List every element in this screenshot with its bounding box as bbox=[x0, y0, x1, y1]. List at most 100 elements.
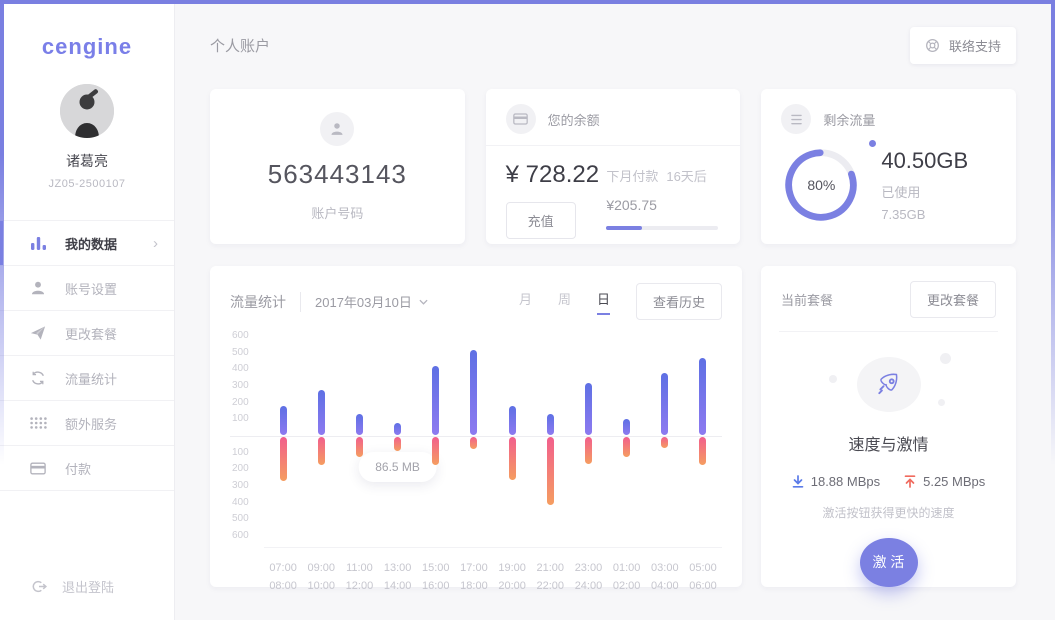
chart-bar-down[interactable] bbox=[470, 437, 477, 449]
chart-header: 流量统计 2017年03月10日 月 周 日 查看历史 bbox=[230, 283, 722, 320]
decor-dot bbox=[829, 375, 837, 383]
chart-bar-down[interactable] bbox=[318, 437, 325, 465]
sidebar-item-account-settings[interactable]: 账号设置 bbox=[0, 266, 174, 311]
logout-icon bbox=[30, 578, 47, 595]
y-tick-label: 500 bbox=[232, 513, 249, 524]
chevron-right-icon: › bbox=[153, 235, 158, 252]
x-tick-label: 19:0020:00 bbox=[493, 560, 531, 595]
balance-card-body: ¥ 728.22 充值 下月付款16天后 ¥205.75 bbox=[486, 146, 741, 239]
chart-bar-up[interactable] bbox=[623, 419, 630, 435]
chart-bar-up[interactable] bbox=[547, 414, 554, 435]
change-plan-button[interactable]: 更改套餐 bbox=[910, 281, 996, 318]
chart-bar-up[interactable] bbox=[394, 423, 401, 435]
life-buoy-icon bbox=[925, 38, 940, 53]
chart-bar-up[interactable] bbox=[356, 414, 363, 435]
rocket-icon bbox=[876, 371, 902, 397]
x-tick-label: 07:0008:00 bbox=[264, 560, 302, 595]
plan-icon-wrap bbox=[857, 357, 921, 412]
sidebar-item-traffic-stats[interactable]: 流量统计 bbox=[0, 356, 174, 401]
grid-dots-icon bbox=[30, 417, 50, 429]
page-title: 个人账户 bbox=[210, 35, 270, 56]
remaining-data-value: 40.50GB bbox=[881, 148, 968, 174]
chart-bar-up[interactable] bbox=[470, 350, 477, 435]
chart-bar-up[interactable] bbox=[509, 406, 516, 435]
activate-button[interactable]: 激 活 bbox=[860, 538, 918, 587]
view-history-button[interactable]: 查看历史 bbox=[636, 283, 722, 320]
logout-button[interactable]: 退出登陆 bbox=[30, 577, 114, 596]
chart-bar-down[interactable] bbox=[509, 437, 516, 480]
chart-date-dropdown[interactable]: 2017年03月10日 bbox=[315, 292, 428, 311]
chart-bar-up[interactable] bbox=[432, 366, 439, 435]
y-tick-label: 400 bbox=[232, 497, 249, 508]
y-tick-label: 600 bbox=[232, 530, 249, 541]
x-tick-label: 21:0022:00 bbox=[531, 560, 569, 595]
upload-icon bbox=[904, 475, 916, 488]
plan-header: 当前套餐 更改套餐 bbox=[781, 281, 996, 318]
recharge-button[interactable]: 充值 bbox=[506, 202, 576, 239]
chart-bar-up[interactable] bbox=[585, 383, 592, 435]
chart-bar-down[interactable] bbox=[394, 437, 401, 451]
download-icon bbox=[792, 475, 804, 488]
chart-bar-down[interactable] bbox=[547, 437, 554, 505]
y-tick-label: 100 bbox=[232, 447, 249, 458]
chart-bar-down[interactable] bbox=[356, 437, 363, 457]
y-tick-label: 200 bbox=[232, 463, 249, 474]
window-frame-left bbox=[0, 0, 4, 620]
avatar[interactable] bbox=[60, 84, 114, 138]
summary-cards: 563443143 账户号码 您的余额 ¥ 728.22 充值 下月付款16天后 bbox=[210, 89, 1016, 244]
chart-bar-down[interactable] bbox=[623, 437, 630, 457]
sidebar-item-label: 付款 bbox=[65, 459, 91, 478]
account-number: 563443143 bbox=[268, 159, 407, 190]
chart-bar-down[interactable] bbox=[661, 437, 668, 448]
next-payment: 下月付款16天后 bbox=[606, 166, 718, 185]
chart-bar-down[interactable] bbox=[280, 437, 287, 481]
x-tick-label: 11:0012:00 bbox=[340, 560, 378, 595]
bar-chart-icon bbox=[30, 236, 50, 251]
balance-card-title: 您的余额 bbox=[548, 110, 600, 129]
balance-amount: ¥ 728.22 bbox=[506, 161, 599, 189]
tab-month[interactable]: 月 bbox=[519, 289, 532, 315]
main-header: 个人账户 联络支持 bbox=[210, 27, 1016, 64]
chart-bar-down[interactable] bbox=[699, 437, 706, 465]
sidebar-item-change-plan[interactable]: 更改套餐 bbox=[0, 311, 174, 356]
sidebar-menu: 我的数据 › 账号设置 更改套餐 流量统计 额外服务 bbox=[0, 220, 174, 491]
sidebar-item-extra-services[interactable]: 额外服务 bbox=[0, 401, 174, 446]
list-icon bbox=[781, 104, 811, 134]
used-value: 7.35GB bbox=[881, 207, 968, 222]
x-tick-label: 15:0016:00 bbox=[417, 560, 455, 595]
activate-hint: 激活按钮获得更快的速度 bbox=[781, 504, 996, 521]
tab-week[interactable]: 周 bbox=[558, 289, 571, 315]
chart-bar-up[interactable] bbox=[318, 390, 325, 435]
balance-card: 您的余额 ¥ 728.22 充值 下月付款16天后 ¥205.75 bbox=[486, 89, 741, 244]
used-label: 已使用 bbox=[881, 182, 968, 201]
sidebar-item-payment[interactable]: 付款 bbox=[0, 446, 174, 491]
contact-support-label: 联络支持 bbox=[949, 36, 1001, 55]
sidebar-item-my-data[interactable]: 我的数据 › bbox=[0, 221, 174, 266]
divider bbox=[779, 331, 998, 332]
user-name: 诸葛亮 bbox=[0, 151, 174, 171]
sidebar: cengine 诸葛亮 JZ05-2500107 我的数据 › 账号设置 bbox=[0, 0, 175, 620]
donut-percent-label: 80% bbox=[783, 147, 859, 223]
user-icon bbox=[30, 280, 50, 296]
account-number-label: 账户号码 bbox=[311, 203, 363, 222]
tab-day[interactable]: 日 bbox=[597, 289, 610, 315]
chart-bar-up[interactable] bbox=[661, 373, 668, 435]
app-logo: cengine bbox=[0, 34, 174, 60]
x-tick-label: 23:0024:00 bbox=[569, 560, 607, 595]
contact-support-button[interactable]: 联络支持 bbox=[910, 27, 1016, 64]
next-payment-amount: ¥205.75 bbox=[606, 197, 718, 213]
chart-bar-up[interactable] bbox=[699, 358, 706, 435]
user-id: JZ05-2500107 bbox=[0, 178, 174, 190]
y-tick-label: 300 bbox=[232, 380, 249, 391]
remaining-data-title: 剩余流量 bbox=[823, 110, 875, 129]
decor-dot bbox=[938, 399, 945, 406]
sync-icon bbox=[30, 370, 50, 386]
chart-bar-up[interactable] bbox=[280, 406, 287, 435]
plan-title: 当前套餐 bbox=[781, 290, 833, 309]
credit-card-icon bbox=[506, 104, 536, 134]
upload-speed: 5.25 MBps bbox=[904, 474, 985, 489]
x-tick-label: 01:0002:00 bbox=[608, 560, 646, 595]
chart-bar-down[interactable] bbox=[432, 437, 439, 465]
chart-bar-down[interactable] bbox=[585, 437, 592, 464]
bottom-row: 流量统计 2017年03月10日 月 周 日 查看历史 600600500500… bbox=[210, 266, 1016, 587]
